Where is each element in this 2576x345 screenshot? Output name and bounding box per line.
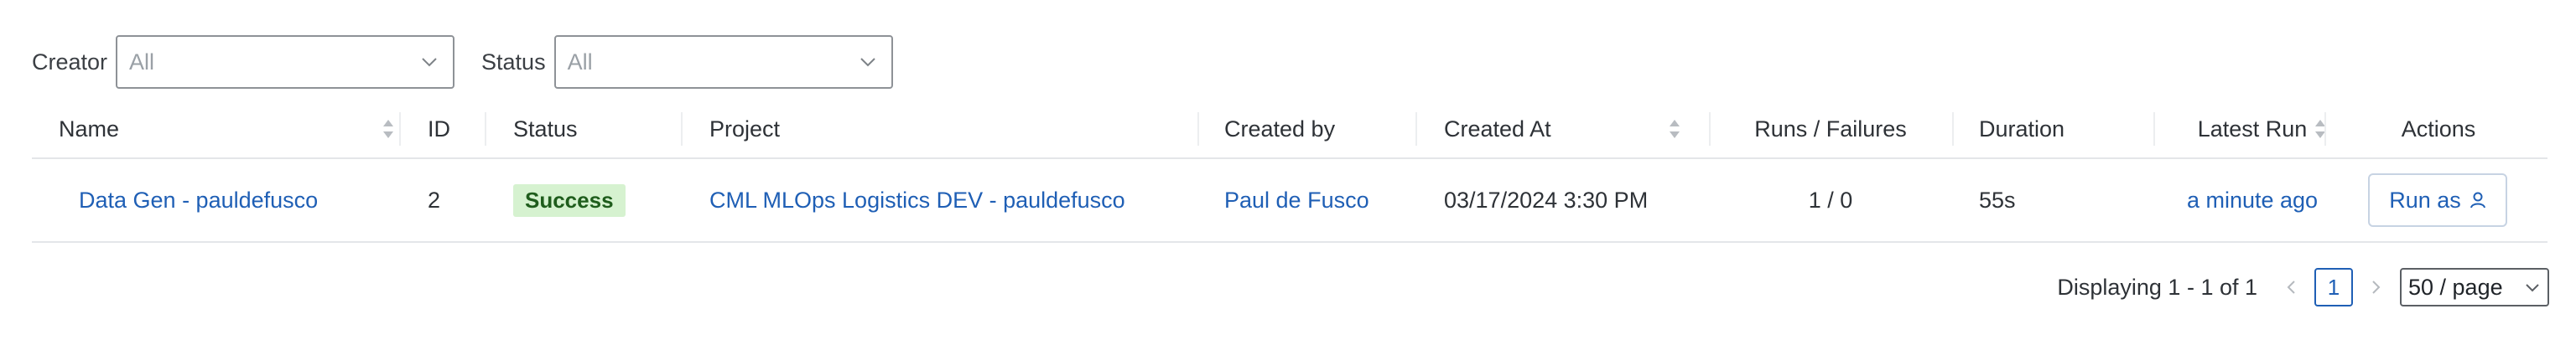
column-header-duration: Duration [1979,100,2147,157]
filters-bar: Creator All Status All [32,35,893,89]
column-separator [1415,112,1417,146]
column-header-project-label: Project [709,116,781,142]
status-select-value: All [567,49,593,75]
job-name-link[interactable]: Data Gen - pauldefusco [79,159,318,241]
column-header-created-by: Created by [1224,100,1409,157]
jobs-table: Name ID Status Project Created by Create… [32,100,2547,243]
sort-icon[interactable] [381,116,396,142]
chevron-left-icon[interactable] [2281,276,2303,298]
chevron-down-icon [860,58,875,67]
chevron-down-icon [422,58,437,67]
column-separator [399,112,401,146]
user-icon [2470,192,2485,209]
run-as-label: Run as [2389,187,2461,213]
table-header: Name ID Status Project Created by Create… [32,100,2547,159]
creator-select[interactable]: All [116,35,455,89]
column-header-id-label: ID [428,116,450,142]
actions-cell: Run as [2368,159,2507,241]
creator-filter: Creator All [32,35,481,89]
column-header-latest-run-label: Latest Run [2197,116,2308,142]
column-header-id: ID [428,100,478,157]
column-header-created-at[interactable]: Created At [1444,100,1712,157]
job-id: 2 [428,187,441,213]
status-select[interactable]: All [553,35,893,89]
latest-run-link[interactable]: a minute ago [2157,159,2348,241]
jobs-page: Creator All Status All Name ID Status Pr… [0,0,2576,345]
created-at-value: 03/17/2024 3:30 PM [1444,187,1649,213]
table-row: Data Gen - pauldefusco 2 Success CML MLO… [32,159,2547,243]
run-as-button[interactable]: Run as [2368,173,2507,227]
column-separator [2324,112,2326,146]
column-separator [1952,112,1954,146]
page-size-value: 50 / page [2408,274,2503,300]
column-header-name[interactable]: Name [59,100,394,157]
column-header-project: Project [709,100,1179,157]
column-separator [2153,112,2155,146]
creator-filter-label: Creator [32,49,108,75]
pagination: Displaying 1 - 1 of 1 1 50 / page [2057,268,2549,306]
column-header-actions: Actions [2329,100,2547,157]
column-separator [681,112,683,146]
column-header-actions-label: Actions [2401,116,2476,142]
column-header-runs-failures: Runs / Failures [1709,100,1952,157]
duration-value: 55s [1979,187,2016,213]
status-filter-label: Status [481,49,546,75]
column-separator [1197,112,1199,146]
runs-failures-value: 1 / 0 [1808,187,1853,213]
page-number-button[interactable]: 1 [2314,268,2353,306]
column-separator [485,112,486,146]
status-cell: Success [513,159,626,241]
creator-select-value: All [129,49,155,75]
column-header-created-at-label: Created At [1444,116,1551,142]
created-by-link[interactable]: Paul de Fusco [1224,159,1369,241]
status-filter: Status All [481,35,893,89]
column-header-created-by-label: Created by [1224,116,1336,142]
chevron-right-icon[interactable] [2365,276,2386,298]
page-size-select[interactable]: 50 / page [2400,268,2549,306]
column-header-status-label: Status [513,116,578,142]
status-badge: Success [513,183,626,217]
column-header-latest-run[interactable]: Latest Run [2157,100,2348,157]
project-link[interactable]: CML MLOps Logistics DEV - pauldefusco [709,159,1125,241]
column-header-duration-label: Duration [1979,116,2065,142]
column-header-runs-failures-label: Runs / Failures [1754,116,1907,142]
sort-icon[interactable] [1667,116,1682,142]
column-header-name-label: Name [59,116,120,142]
pagination-summary: Displaying 1 - 1 of 1 [2057,274,2257,300]
column-header-status: Status [513,100,681,157]
chevron-down-icon [2526,284,2539,292]
